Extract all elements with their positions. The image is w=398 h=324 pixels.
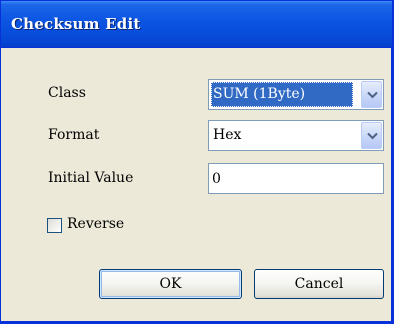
title-bar[interactable]: Checksum Edit <box>1 1 392 48</box>
class-selected-value: SUM (1Byte) <box>211 82 353 107</box>
format-label: Format <box>48 127 100 143</box>
format-dropdown[interactable]: Hex <box>208 120 384 151</box>
chevron-down-icon <box>367 132 378 140</box>
chevron-down-icon <box>367 91 378 99</box>
reverse-checkbox[interactable] <box>47 218 62 233</box>
reverse-label[interactable]: Reverse <box>67 216 124 232</box>
class-dropdown-button[interactable] <box>361 81 382 108</box>
class-dropdown[interactable]: SUM (1Byte) <box>208 79 384 110</box>
initial-value-label: Initial Value <box>48 170 134 186</box>
checksum-edit-dialog: Checksum Edit Class SUM (1Byte) Format H… <box>0 0 394 324</box>
format-selected-value: Hex <box>213 127 242 143</box>
format-dropdown-button[interactable] <box>361 122 382 149</box>
class-label: Class <box>48 85 86 101</box>
initial-value-field[interactable] <box>208 163 384 194</box>
cancel-button[interactable]: Cancel <box>254 269 384 299</box>
window-title: Checksum Edit <box>11 15 141 33</box>
ok-button[interactable]: OK <box>99 269 242 299</box>
initial-value-input[interactable] <box>212 167 372 190</box>
